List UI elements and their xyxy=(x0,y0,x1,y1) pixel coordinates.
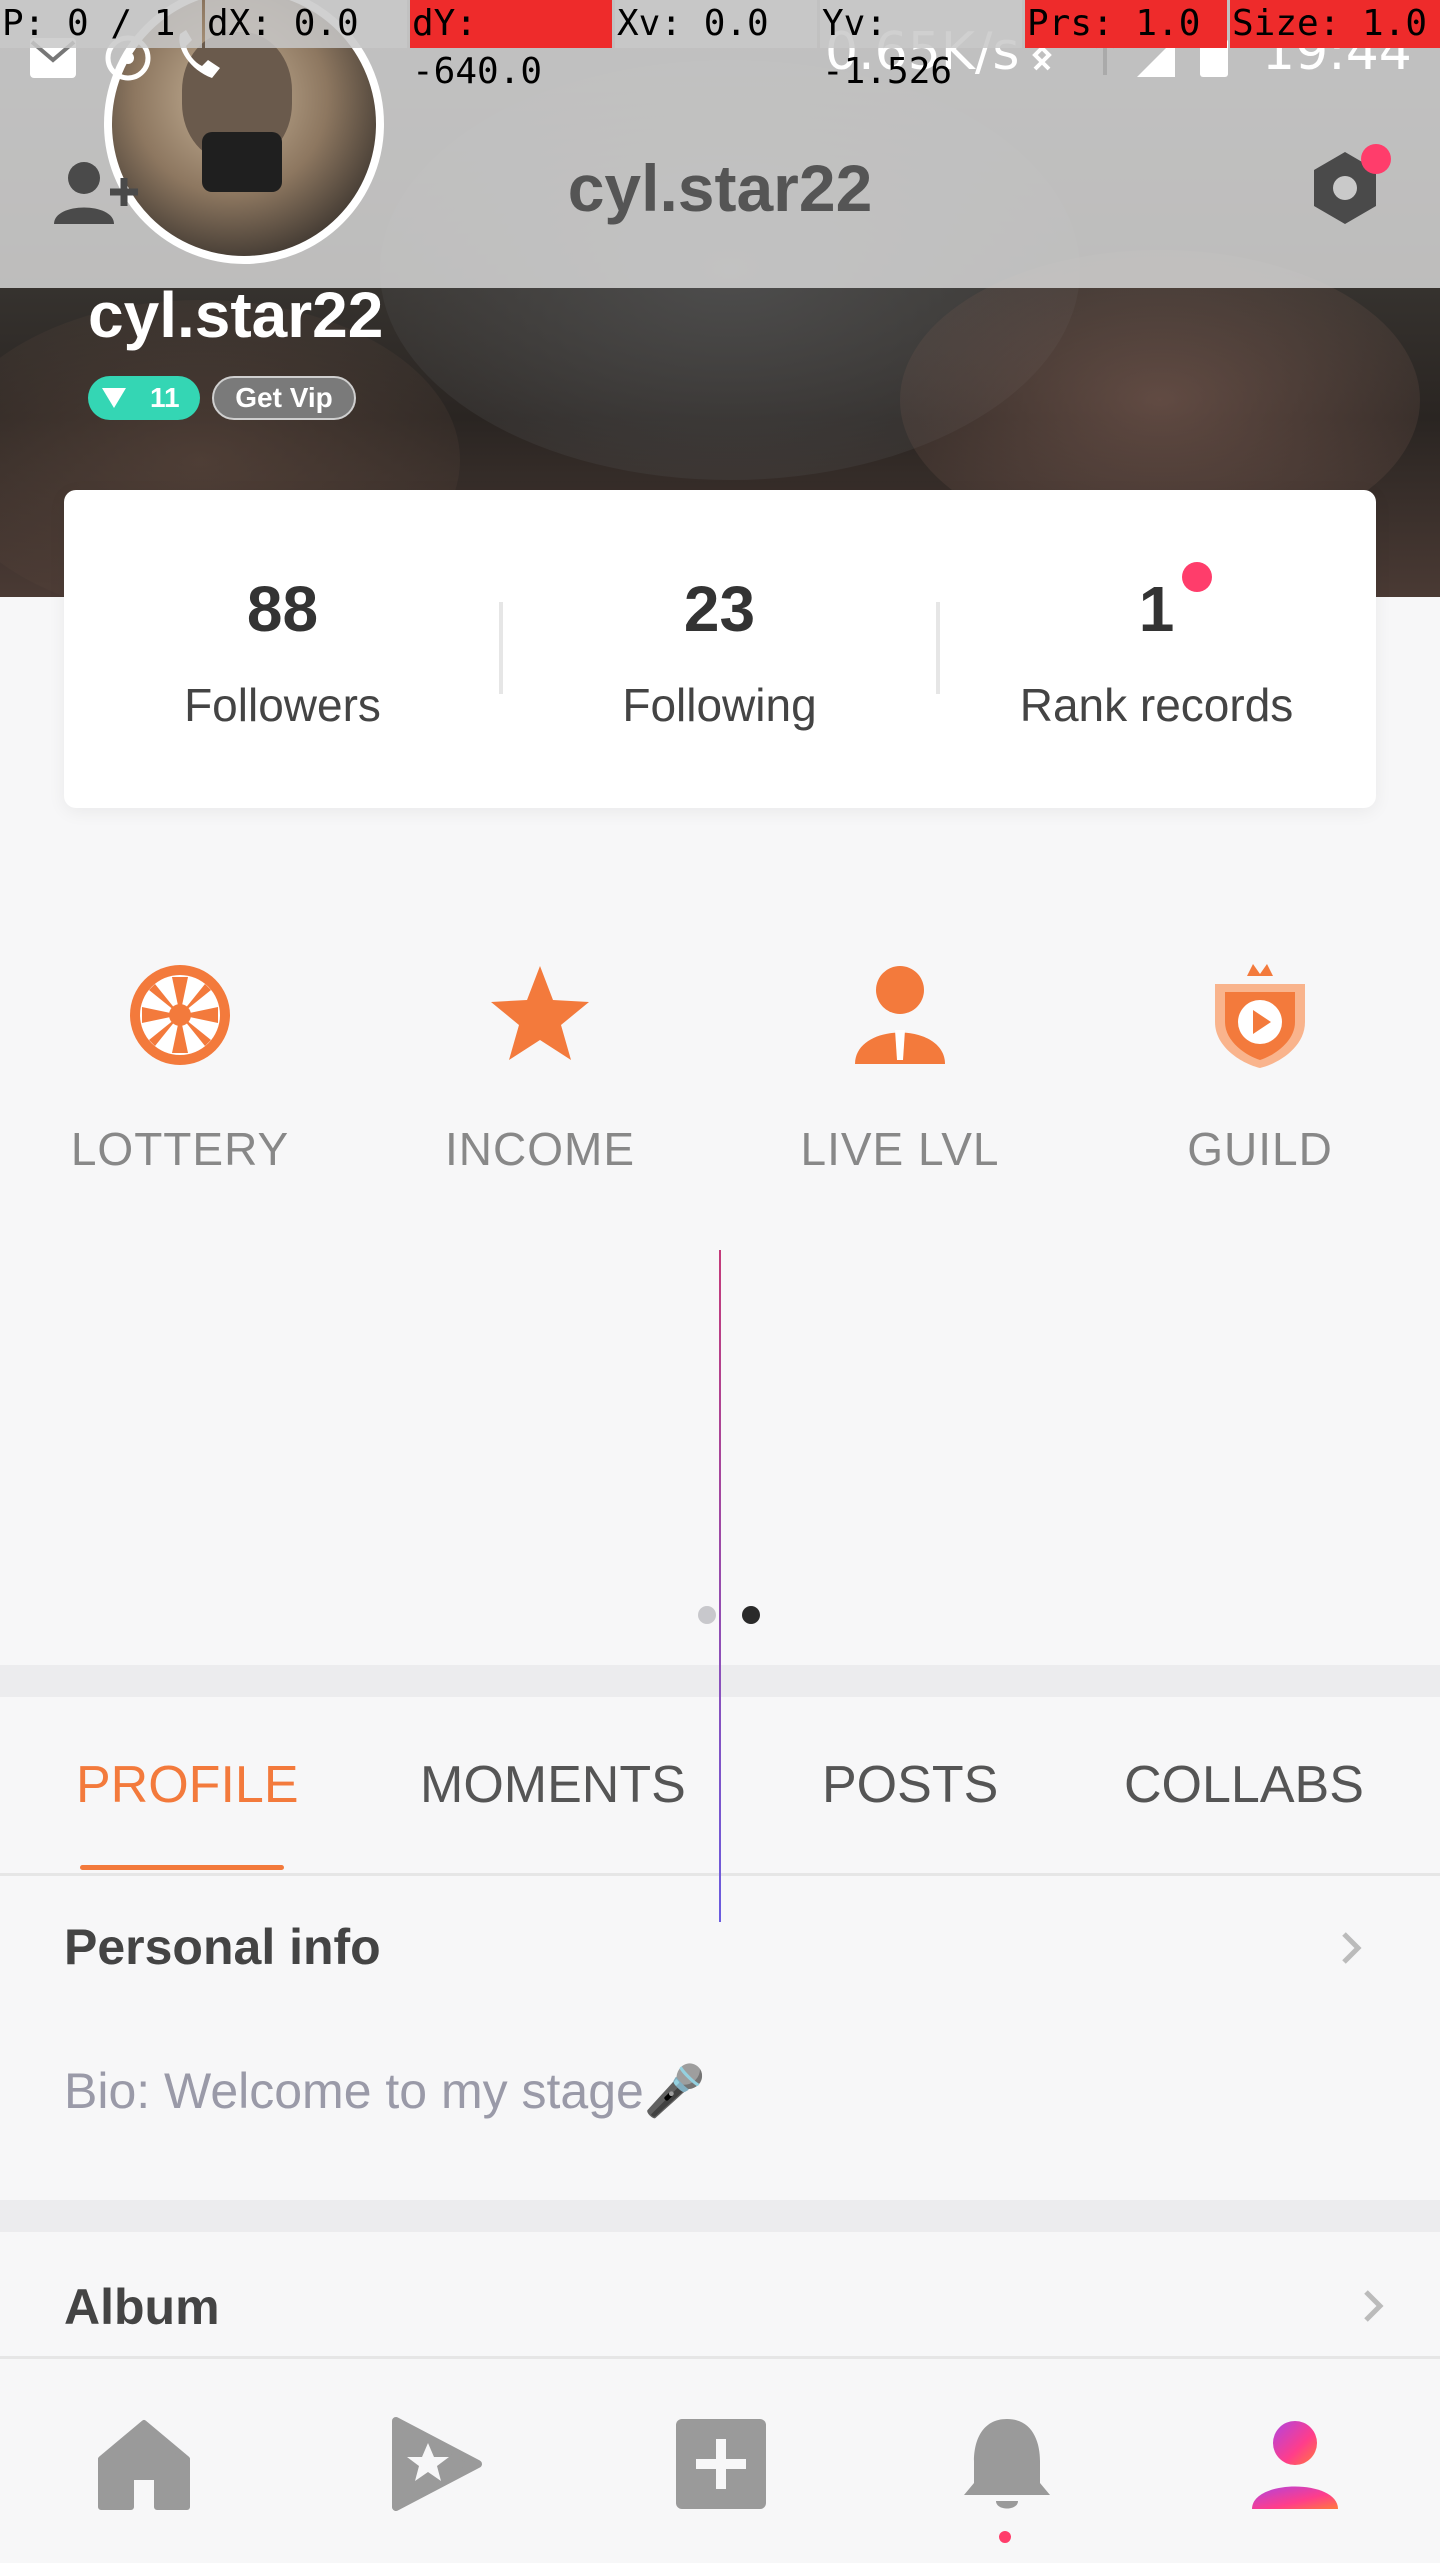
bottom-navigation xyxy=(0,2356,1440,2563)
active-tab-indicator xyxy=(80,1865,284,1870)
following-stat[interactable]: 23 Following xyxy=(501,490,938,808)
get-vip-button[interactable]: Get Vip xyxy=(212,376,356,420)
feature-lottery[interactable]: LOTTERY xyxy=(0,960,360,1190)
lottery-wheel-icon xyxy=(130,965,230,1065)
following-count: 23 xyxy=(683,573,756,645)
home-icon[interactable] xyxy=(89,2409,199,2519)
chevron-right-icon[interactable] xyxy=(1356,2288,1392,2324)
rank-records-count: 1 xyxy=(1138,573,1175,645)
debug-dy: dY: -640.0 xyxy=(410,0,612,92)
star-icon xyxy=(491,966,589,1060)
section-divider xyxy=(0,2200,1440,2232)
followers-label: Followers xyxy=(184,679,381,731)
person-badge-icon xyxy=(855,966,945,1064)
tab-profile[interactable]: PROFILE xyxy=(76,1755,299,1815)
notification-dot xyxy=(999,2531,1011,2543)
level-number: 11 xyxy=(150,382,180,413)
rank-records-label: Rank records xyxy=(1019,679,1294,731)
feature-label: LOTTERY xyxy=(70,1123,290,1175)
feature-label: INCOME xyxy=(445,1123,635,1175)
debug-size: Size: 1.0 xyxy=(1230,0,1440,48)
tab-collabs[interactable]: COLLABS xyxy=(1124,1755,1364,1815)
settings-button[interactable] xyxy=(1305,144,1391,228)
bell-icon[interactable] xyxy=(952,2409,1062,2519)
touch-trace-line xyxy=(719,1250,721,1922)
personal-info-title[interactable]: Personal info xyxy=(64,1918,381,1976)
followers-count: 88 xyxy=(246,573,319,645)
username: cyl.star22 xyxy=(88,279,384,351)
feature-label: LIVE LVL xyxy=(800,1123,1000,1175)
feature-income[interactable]: INCOME xyxy=(360,960,720,1190)
level-badge[interactable]: 11 xyxy=(88,376,200,420)
tab-moments[interactable]: MOMENTS xyxy=(420,1755,686,1815)
level-triangle-icon xyxy=(102,388,126,408)
pager-dot-active[interactable] xyxy=(742,1606,760,1624)
debug-dx: dX: 0.0 xyxy=(205,0,407,48)
header-title: cyl.star22 xyxy=(567,151,873,225)
page-indicator xyxy=(698,1606,760,1626)
feature-label: GUILD xyxy=(1187,1123,1333,1175)
debug-prs: Prs: 1.0 xyxy=(1025,0,1227,48)
stats-card: 88 Followers 23 Following 1 Rank records xyxy=(64,490,1376,808)
chevron-right-icon[interactable] xyxy=(1334,1930,1370,1966)
feature-live-level[interactable]: LIVE LVL xyxy=(720,960,1080,1190)
guild-shield-icon xyxy=(1215,964,1305,1068)
bio-text: Bio: Welcome to my stage🎤 xyxy=(64,2063,707,2119)
debug-xv: Xv: 0.0 xyxy=(615,0,817,48)
debug-pointer: P: 0 / 1 xyxy=(0,0,202,48)
notification-dot xyxy=(1182,562,1212,592)
pointer-debug-overlay: P: 0 / 1 dX: 0.0 dY: -640.0 Xv: 0.0 Yv: … xyxy=(0,0,1440,92)
album-title[interactable]: Album xyxy=(64,2278,220,2336)
followers-stat[interactable]: 88 Followers xyxy=(64,490,501,808)
feature-guild[interactable]: GUILD xyxy=(1080,960,1440,1190)
pager-dot[interactable] xyxy=(698,1606,716,1624)
following-label: Following xyxy=(622,679,817,731)
debug-yv: Yv: -1.526 xyxy=(820,0,1022,92)
rank-records-stat[interactable]: 1 Rank records xyxy=(938,490,1375,808)
add-icon[interactable] xyxy=(666,2409,776,2519)
profile-icon[interactable] xyxy=(1240,2409,1350,2519)
play-star-icon[interactable] xyxy=(378,2409,488,2519)
notification-dot xyxy=(1361,144,1391,174)
tab-posts[interactable]: POSTS xyxy=(822,1755,998,1815)
